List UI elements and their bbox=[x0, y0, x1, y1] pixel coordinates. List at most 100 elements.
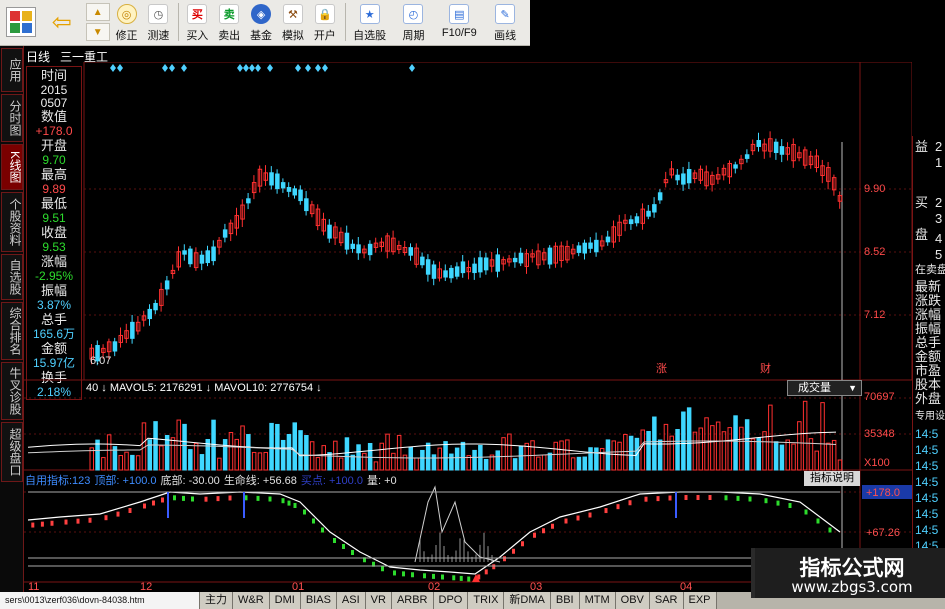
candle-body bbox=[605, 236, 611, 243]
volume-bar bbox=[263, 451, 268, 471]
indicator-life: 生命线: +56.68 bbox=[223, 475, 297, 487]
volume-bar bbox=[153, 421, 158, 471]
right-label: 益 bbox=[915, 139, 929, 154]
indicator-tick bbox=[776, 500, 780, 506]
volume-bar bbox=[623, 433, 628, 471]
open-account-button[interactable]: 🔒 开户 bbox=[310, 3, 340, 43]
candle-body bbox=[588, 242, 593, 249]
sell-button[interactable]: 卖卖出 bbox=[214, 3, 244, 43]
dedicated-label: 专用设 bbox=[915, 411, 945, 422]
tab-dmi[interactable]: DMI bbox=[269, 592, 301, 609]
toolbar-divider bbox=[178, 3, 180, 41]
signal-diamond-icon bbox=[117, 64, 123, 72]
tab-vr[interactable]: VR bbox=[365, 592, 392, 609]
indicator-tick bbox=[351, 550, 354, 555]
period-button[interactable]: ◴ 周期 bbox=[393, 3, 435, 43]
candle-body bbox=[779, 146, 785, 155]
signal-diamond-icon bbox=[255, 64, 261, 72]
right-number: 2 bbox=[935, 139, 943, 154]
indicator-tick bbox=[551, 523, 554, 529]
volume-bar bbox=[124, 451, 129, 471]
buy-button[interactable]: 买买入 bbox=[182, 3, 212, 43]
tab-sar[interactable]: SAR bbox=[649, 592, 684, 609]
volume-bar bbox=[768, 404, 773, 471]
page-up-button[interactable]: ▲ bbox=[85, 3, 110, 21]
volume-bar bbox=[304, 435, 309, 471]
indicator-tick bbox=[467, 576, 471, 582]
candle-body bbox=[112, 341, 118, 352]
favorite-stock-button[interactable]: ★ 自选股 bbox=[349, 3, 391, 43]
volume-bar bbox=[657, 439, 663, 471]
volume-bar bbox=[710, 425, 715, 471]
candle-body bbox=[582, 242, 587, 254]
period-icon: ◴ bbox=[403, 4, 424, 24]
volume-bar bbox=[350, 454, 355, 471]
chevron-down-icon: ▼ bbox=[848, 383, 857, 393]
right-label: 买 bbox=[915, 195, 929, 210]
price-axis-label: 9.90 bbox=[864, 183, 885, 195]
fund-button[interactable]: ◈ 基金 bbox=[246, 3, 276, 43]
indicator-tick bbox=[492, 564, 496, 570]
price-axis-label: 7.12 bbox=[864, 309, 885, 321]
volume-bar bbox=[628, 435, 634, 471]
indicator-axis-mid: +67.26 bbox=[866, 527, 900, 539]
x-axis-label: 04 bbox=[680, 581, 692, 592]
candle-body bbox=[211, 246, 216, 262]
volume-bar bbox=[449, 453, 454, 471]
period-label[interactable]: 日线 bbox=[26, 48, 50, 64]
fund-icon: ◈ bbox=[251, 4, 272, 24]
volume-bar bbox=[159, 445, 164, 471]
watermark-url: www.zbgs3.com bbox=[791, 578, 913, 596]
volume-bar bbox=[420, 449, 425, 471]
draw-line-button[interactable]: ✎ 画线 bbox=[484, 3, 526, 43]
volume-bar bbox=[240, 425, 245, 471]
volume-bar bbox=[379, 442, 384, 471]
f10-button[interactable]: ▤ F10/F9 bbox=[436, 3, 482, 43]
tab-asi[interactable]: ASI bbox=[336, 592, 366, 609]
candle-body bbox=[182, 250, 187, 255]
indicator-name[interactable]: 自用指标:123 bbox=[25, 472, 90, 487]
tab-obv[interactable]: OBV bbox=[615, 592, 650, 609]
indicator-description-button[interactable]: 指标说明 bbox=[804, 471, 860, 486]
tab-wr[interactable]: W&R bbox=[233, 592, 270, 609]
event-tag-cai[interactable]: 财 bbox=[760, 361, 771, 375]
candle-body bbox=[356, 244, 361, 254]
signal-diamond-icon bbox=[181, 64, 187, 72]
simulate-button[interactable]: ⚒ 模拟 bbox=[278, 3, 308, 43]
tab-zhuli[interactable]: 主力 bbox=[200, 592, 233, 609]
event-tag-zhang[interactable]: 涨 bbox=[656, 362, 667, 375]
indicator-tick bbox=[116, 511, 120, 517]
volume-bar bbox=[338, 457, 344, 471]
candle-body bbox=[205, 250, 210, 264]
tab-exp[interactable]: EXP bbox=[683, 592, 717, 609]
signal-diamond-icon bbox=[267, 64, 273, 72]
volume-bar bbox=[396, 434, 402, 471]
back-arrow-icon[interactable]: ⇦ bbox=[42, 3, 82, 41]
speed-test-button[interactable]: ◷ 测速 bbox=[144, 3, 174, 43]
indicator-tick bbox=[393, 570, 396, 576]
tab-bias[interactable]: BIAS bbox=[300, 592, 337, 609]
volume-bar bbox=[234, 438, 239, 471]
tab-bbi[interactable]: BBI bbox=[550, 592, 580, 609]
volume-dropdown[interactable]: 成交量 ▼ bbox=[787, 380, 862, 396]
refresh-button[interactable]: ◎ 修正 bbox=[112, 3, 142, 43]
indicator-tick bbox=[748, 496, 752, 502]
candle-body bbox=[675, 174, 680, 181]
tab-dpo[interactable]: DPO bbox=[433, 592, 469, 609]
tab-trix[interactable]: TRIX bbox=[468, 592, 505, 609]
chart-canvas[interactable]: 9.90 8.52 7.12 6.07 涨 财 70697 35348 X100… bbox=[0, 62, 912, 592]
candle-body bbox=[449, 267, 454, 279]
indicator-tick bbox=[816, 518, 820, 524]
signal-diamond-icon bbox=[322, 64, 328, 72]
tab-new-dma[interactable]: 新DMA bbox=[504, 592, 551, 609]
candle-body bbox=[547, 247, 553, 265]
tab-mtm[interactable]: MTM bbox=[579, 592, 616, 609]
volume-bar bbox=[106, 434, 112, 471]
page-down-button[interactable]: ▼ bbox=[85, 23, 110, 41]
candle-body bbox=[443, 270, 448, 278]
indicator-tick bbox=[31, 522, 35, 528]
indicator-tick bbox=[143, 503, 146, 509]
tab-arbr[interactable]: ARBR bbox=[391, 592, 434, 609]
volume-bar bbox=[170, 437, 176, 471]
candle-body bbox=[164, 280, 170, 290]
